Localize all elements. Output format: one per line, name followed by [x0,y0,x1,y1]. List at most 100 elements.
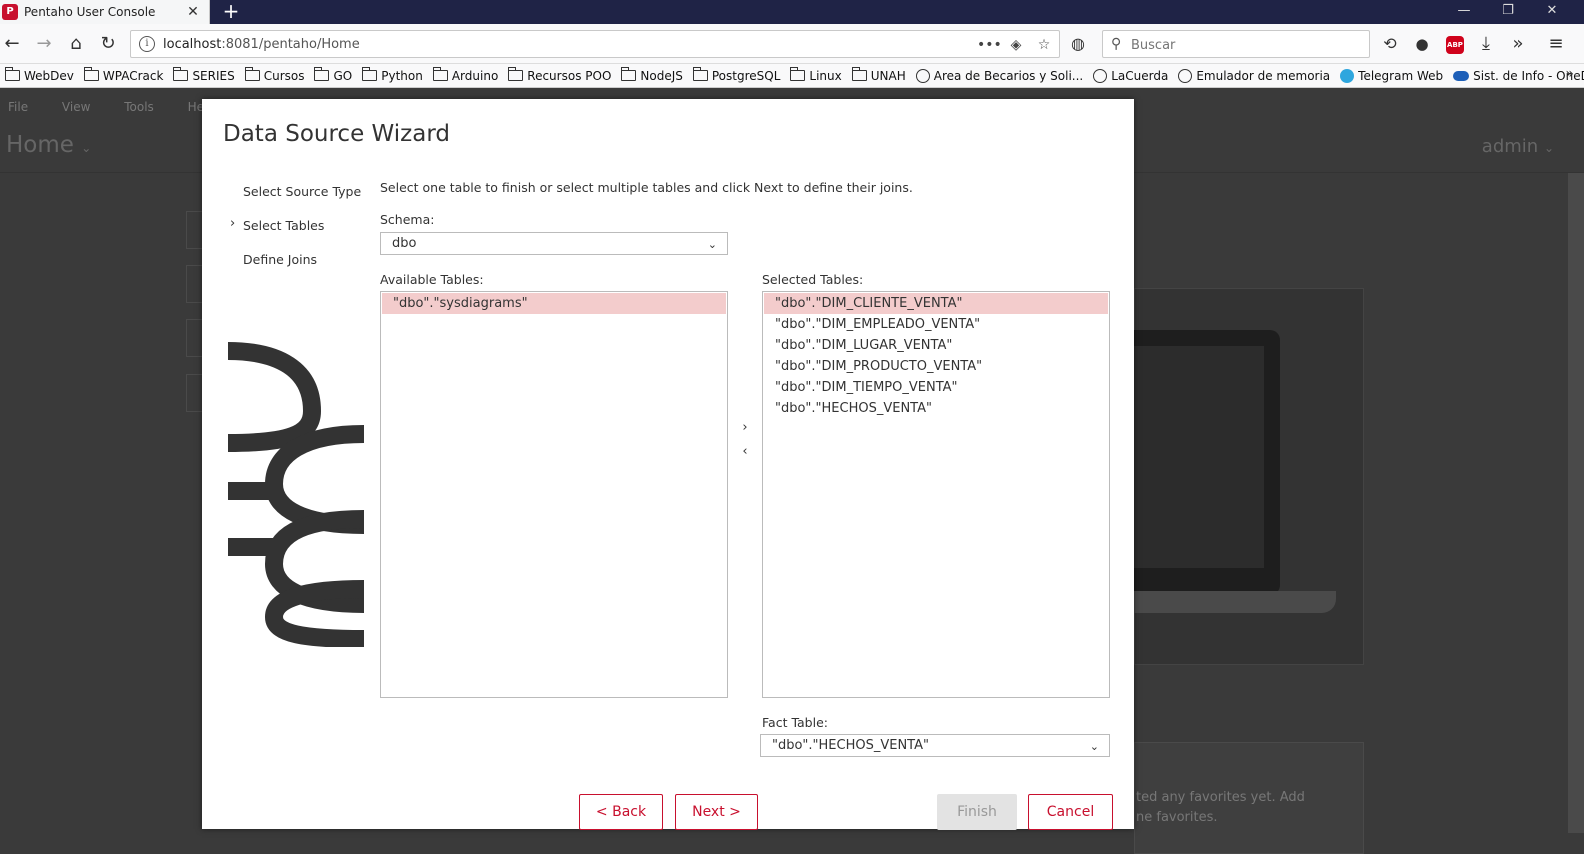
menu-file[interactable]: File [8,100,28,114]
selected-tables-list[interactable]: "dbo"."DIM_CLIENTE_VENTA" "dbo"."DIM_EMP… [762,291,1110,698]
list-item[interactable]: "dbo"."DIM_LUGAR_VENTA" [764,335,1108,356]
tab-close-icon[interactable]: ✕ [185,4,201,20]
list-item[interactable]: "dbo"."DIM_PRODUCTO_VENTA" [764,356,1108,377]
step-select-tables[interactable]: Select Tables [243,218,324,233]
search-input[interactable] [1131,35,1361,55]
cancel-button[interactable]: Cancel [1028,794,1113,830]
overflow-icon[interactable]: » [1506,32,1530,56]
list-item[interactable]: "dbo"."sysdiagrams" [382,293,726,314]
bookmark-item[interactable]: Sist. de Info - OneDrive [1453,69,1584,83]
bookmark-star-icon[interactable]: ☆ [1033,35,1055,55]
menu-tools[interactable]: Tools [124,100,154,114]
forward-icon[interactable]: → [32,32,56,56]
history-icon[interactable]: ⟲ [1378,32,1402,56]
navigation-bar: ← → ⌂ ↻ i localhost:8081/pentaho/Home ••… [0,24,1584,64]
folder-icon [851,67,867,81]
url-path: :8081/pentaho/Home [221,37,360,52]
bookmark-item[interactable]: Recursos POO [508,67,611,83]
pocket-icon[interactable]: ◈ [1005,35,1027,55]
perspective-home[interactable]: Home ⌄ [6,132,91,158]
minimize-icon[interactable]: — [1444,0,1484,24]
remove-table-arrow-icon[interactable]: ‹ [739,445,751,459]
tab-title: Pentaho User Console [24,5,156,19]
menu-view[interactable]: View [62,100,90,114]
available-tables-list[interactable]: "dbo"."sysdiagrams" [380,291,728,698]
globe-icon [915,68,930,83]
fact-table-select[interactable]: "dbo"."HECHOS_VENTA" ⌄ [760,734,1110,757]
new-tab-icon[interactable]: + [220,0,242,24]
bookmark-label: Python [381,68,423,83]
bookmark-item[interactable]: WPACrack [83,67,163,83]
onedrive-icon [1453,70,1470,81]
globe-icon [1093,68,1108,83]
downloads-icon[interactable]: ⤓ [1474,32,1498,56]
url-text[interactable]: localhost:8081/pentaho/Home [163,37,360,52]
bookmark-label: UNAH [870,68,906,83]
menu-icon[interactable]: ≡ [1544,32,1568,56]
folder-icon [173,67,189,81]
bookmark-item[interactable]: Python [362,67,423,83]
user-menu[interactable]: admin ⌄ [1482,136,1554,157]
bookmarks-bar: WebDev WPACrack SERIES Cursos GO Python Arduin… [0,64,1584,88]
page-actions-icon[interactable]: ••• [977,35,1002,55]
chevron-down-icon: ⌄ [81,141,92,155]
step-select-source-type[interactable]: Select Source Type [243,184,361,199]
browser-tab[interactable]: P Pentaho User Console ✕ [0,0,210,24]
bookmark-item[interactable]: Arduino [432,67,498,83]
schema-select[interactable]: dbo ⌄ [380,232,728,255]
search-icon: ⚲ [1111,36,1122,52]
schema-label: Schema: [380,212,435,227]
bookmark-item[interactable]: NodeJS [621,67,683,83]
extension-icon[interactable]: ● [1410,32,1434,56]
dialog-title: Data Source Wizard [223,121,450,147]
bookmark-label: GO [333,68,353,83]
home-icon[interactable]: ⌂ [64,32,88,56]
list-item[interactable]: "dbo"."DIM_TIEMPO_VENTA" [764,377,1108,398]
bookmark-item[interactable]: PostgreSQL [692,67,780,83]
finish-button[interactable]: Finish [937,794,1017,830]
bookmark-item[interactable]: LaCuerda [1093,68,1168,83]
bookmark-item[interactable]: SERIES [173,67,235,83]
bookmarks-overflow-icon[interactable]: » [1565,66,1574,82]
app-scrollbar[interactable] [1568,173,1584,833]
site-info-icon[interactable]: i [139,36,155,52]
bookmark-item[interactable]: Telegram Web [1340,68,1444,83]
next-button[interactable]: Next > [675,794,758,830]
bookmark-label: Linux [809,68,842,83]
folder-icon [508,67,524,81]
favorites-text: ted any favorites yet. Add ne favorites. [1136,788,1336,828]
restore-icon[interactable]: ❐ [1488,0,1528,24]
back-icon[interactable]: ← [0,32,24,56]
reload-icon[interactable]: ↻ [96,32,120,56]
bookmark-item[interactable]: WebDev [5,67,74,83]
available-tables-label: Available Tables: [380,272,484,287]
fact-table-value: "dbo"."HECHOS_VENTA" [772,738,929,753]
bookmark-item[interactable]: Area de Becarios y Soli... [915,68,1084,83]
bookmark-label: Area de Becarios y Soli... [933,68,1084,83]
active-step-chevron-icon: › [230,216,236,231]
list-item[interactable]: "dbo"."DIM_CLIENTE_VENTA" [764,293,1108,314]
telegram-icon [1340,68,1355,83]
back-button[interactable]: < Back [579,794,663,830]
bookmark-label: Telegram Web [1358,68,1444,83]
bookmark-item[interactable]: Cursos [244,67,305,83]
bookmark-item[interactable]: GO [314,67,353,83]
add-table-arrow-icon[interactable]: › [739,421,751,435]
chevron-down-icon: ⌄ [1543,141,1554,155]
database-icon [228,342,364,647]
adblock-icon[interactable]: ABP [1446,36,1464,54]
search-box[interactable]: ⚲ [1102,30,1370,58]
bookmark-item[interactable]: UNAH [851,67,906,83]
bookmark-item[interactable]: Emulador de memoria [1178,68,1330,83]
list-item[interactable]: "dbo"."DIM_EMPLEADO_VENTA" [764,314,1108,335]
address-bar[interactable]: i localhost:8081/pentaho/Home ••• ◈ ☆ [130,30,1060,58]
step-define-joins[interactable]: Define Joins [243,252,317,267]
folder-icon [790,67,806,81]
selected-tables-label: Selected Tables: [762,272,864,287]
list-item[interactable]: "dbo"."HECHOS_VENTA" [764,398,1108,419]
window-close-icon[interactable]: ✕ [1532,0,1572,24]
extension-globe-icon[interactable]: ◍ [1066,32,1090,56]
bookmark-label: Cursos [263,68,305,83]
data-source-wizard-dialog: Data Source Wizard Select Source Type › … [202,99,1134,830]
bookmark-item[interactable]: Linux [790,67,842,83]
